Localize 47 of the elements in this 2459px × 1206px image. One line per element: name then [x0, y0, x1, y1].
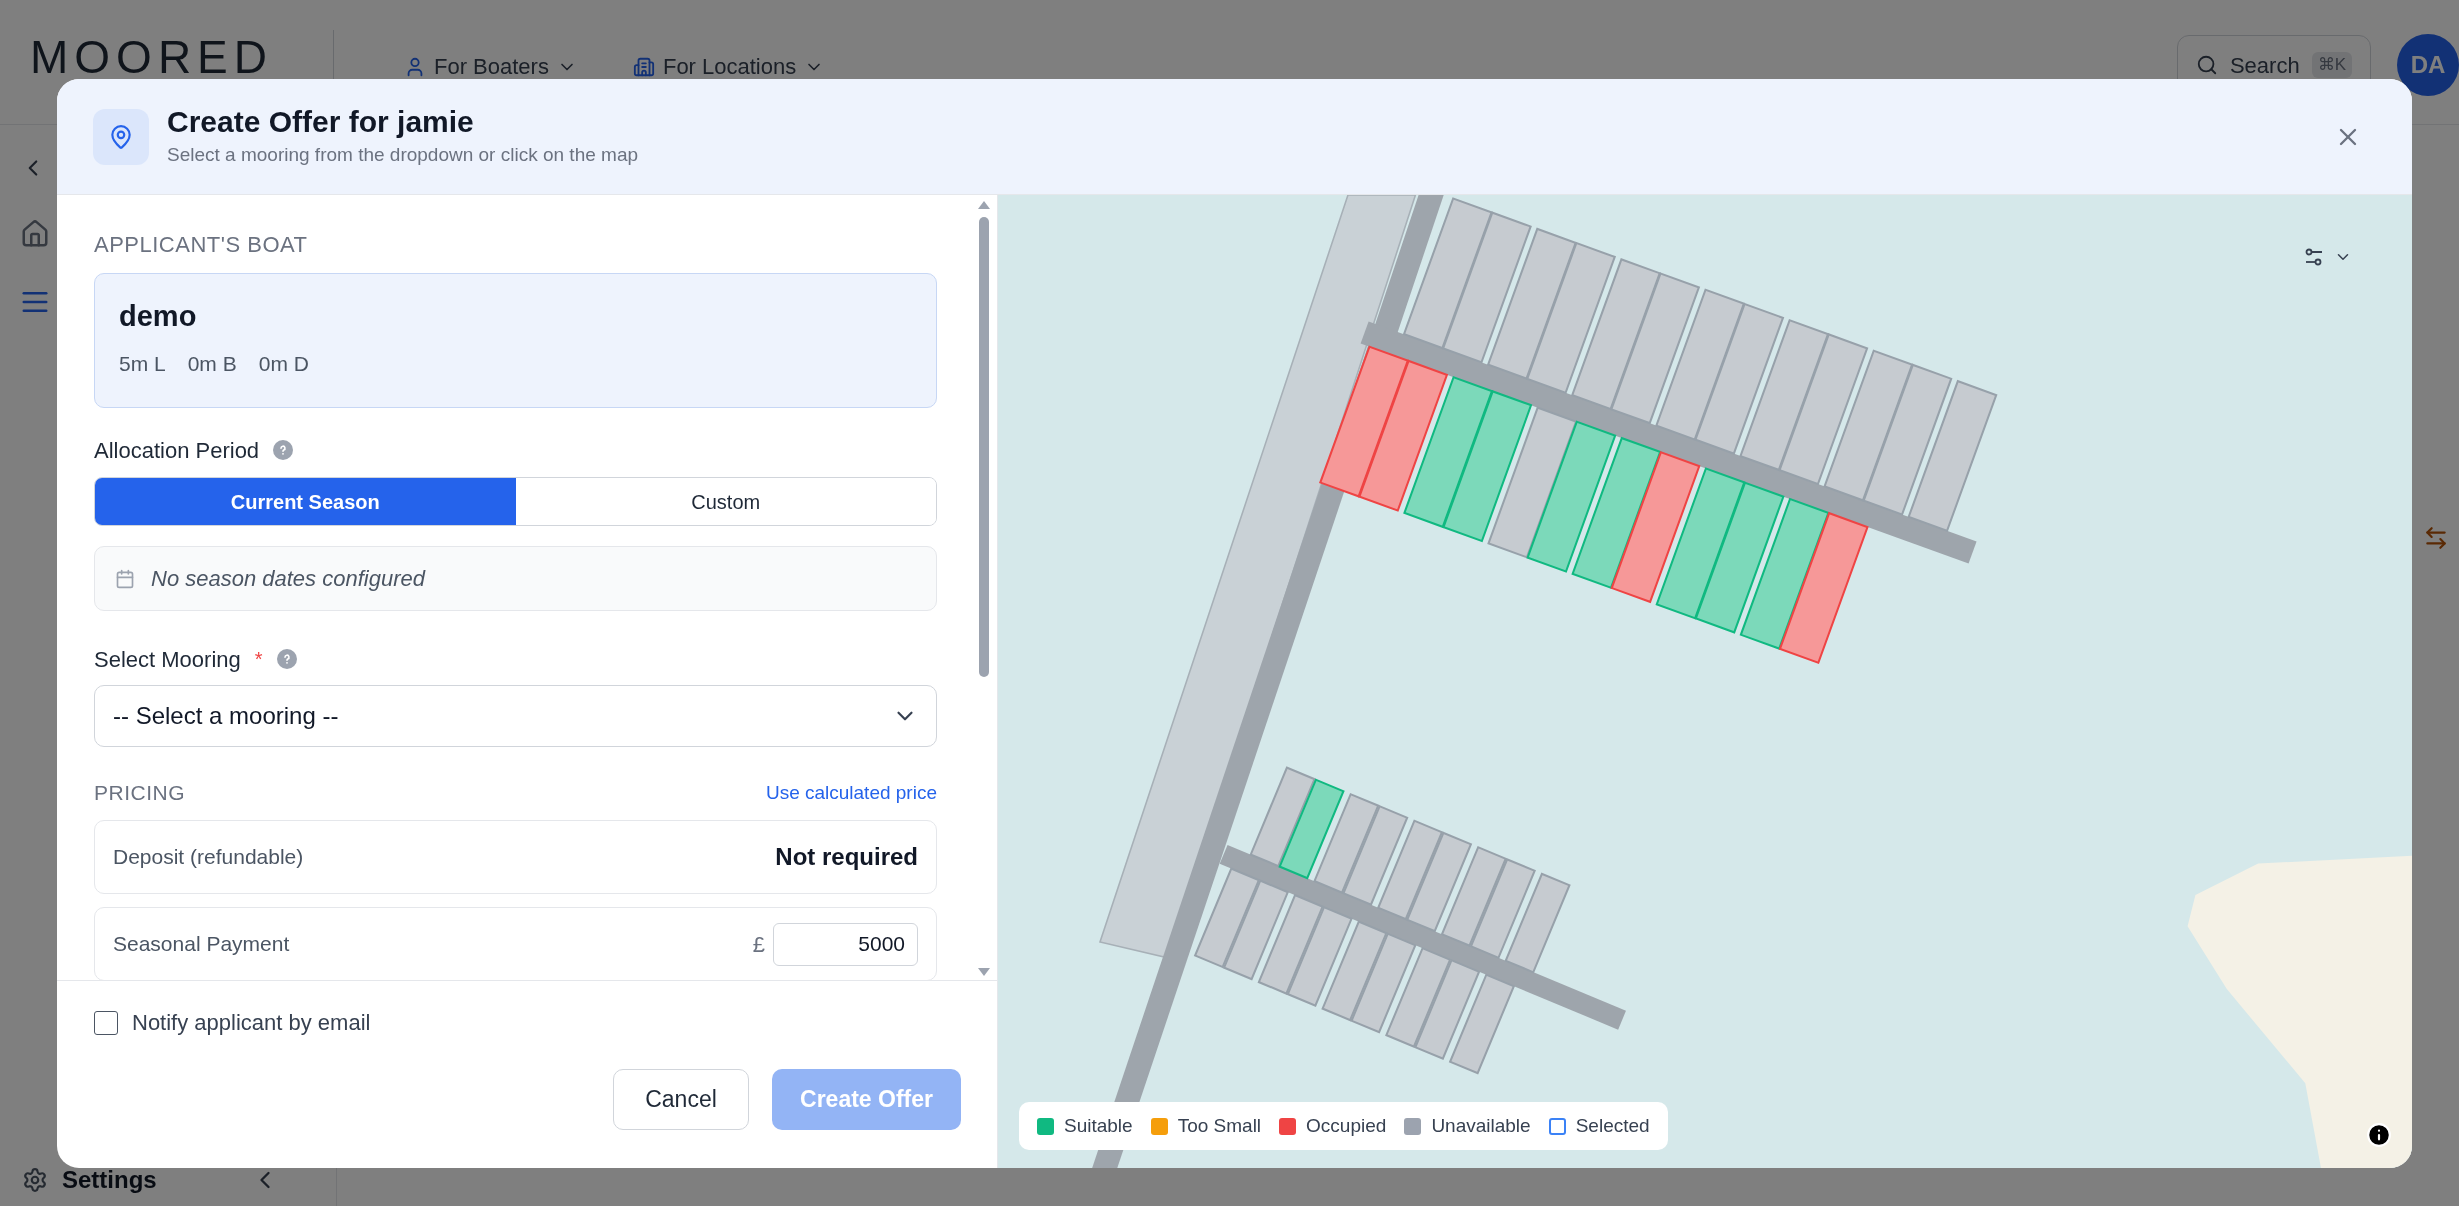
- currency-symbol: £: [752, 930, 765, 959]
- nav-menu-button[interactable]: For Boaters: [404, 50, 577, 83]
- legend-label: Suitable: [1064, 1113, 1133, 1138]
- required-mark: *: [254, 647, 263, 672]
- boat-dimension: 5m L: [119, 351, 166, 377]
- mooring-select[interactable]: -- Select a mooring --: [94, 685, 937, 747]
- legend-label: Selected: [1575, 1113, 1650, 1138]
- help-icon[interactable]: [276, 649, 297, 669]
- price-value: Not required: [775, 842, 918, 872]
- swap-icon[interactable]: [2423, 525, 2449, 551]
- price-label: Deposit (refundable): [113, 844, 304, 871]
- scrollbar[interactable]: [977, 201, 991, 976]
- legend-label: Occupied: [1306, 1113, 1387, 1138]
- legend-label: Too Small: [1177, 1113, 1262, 1138]
- shortcut-hint: ⌘K: [2311, 52, 2352, 78]
- notice-text: No season dates configured: [151, 565, 425, 593]
- cancel-button[interactable]: Cancel: [613, 1069, 749, 1130]
- logo[interactable]: MOORED: [30, 34, 273, 80]
- marina-map[interactable]: Suitable Too Small Occupied Unavailable Selected: [998, 195, 2412, 1168]
- period-tab[interactable]: Current Season: [95, 478, 516, 525]
- home-icon[interactable]: [20, 219, 50, 249]
- sliders-icon: [2304, 247, 2324, 267]
- nav-icon: [632, 55, 655, 78]
- settings-icon[interactable]: [22, 1167, 48, 1193]
- notify-checkbox[interactable]: [94, 1010, 118, 1035]
- user-avatar[interactable]: DA: [2397, 34, 2459, 96]
- payment-input[interactable]: 5000: [773, 922, 918, 966]
- legend-label: Unavailable: [1431, 1113, 1531, 1138]
- section-heading: APPLICANT'S BOAT: [94, 231, 309, 259]
- dialog-title: Create Offer for jamie: [167, 104, 475, 141]
- boat-name: demo: [119, 299, 198, 334]
- boat-dimension: 0m D: [258, 351, 309, 377]
- nav-menu-button[interactable]: For Locations: [632, 50, 825, 83]
- scroll-down-icon[interactable]: [978, 968, 990, 976]
- help-icon[interactable]: [273, 440, 294, 460]
- section-heading: PRICING: [94, 780, 185, 807]
- dialog-subtitle: Select a mooring from the dropdown or click on the map: [167, 143, 638, 168]
- scroll-up-icon[interactable]: [978, 201, 990, 209]
- field-label: Allocation Period: [94, 436, 260, 465]
- price-label: Seasonal Payment: [113, 931, 290, 958]
- field-label: Select Mooring: [94, 645, 241, 674]
- calendar-icon: [115, 568, 135, 589]
- notify-label: Notify applicant by email: [132, 1009, 371, 1037]
- boat-dimension: 0m B: [187, 351, 237, 377]
- calculated-price-link[interactable]: Use calculated price: [765, 778, 937, 808]
- map-pin-icon: [93, 108, 149, 165]
- search-icon: [2195, 54, 2218, 76]
